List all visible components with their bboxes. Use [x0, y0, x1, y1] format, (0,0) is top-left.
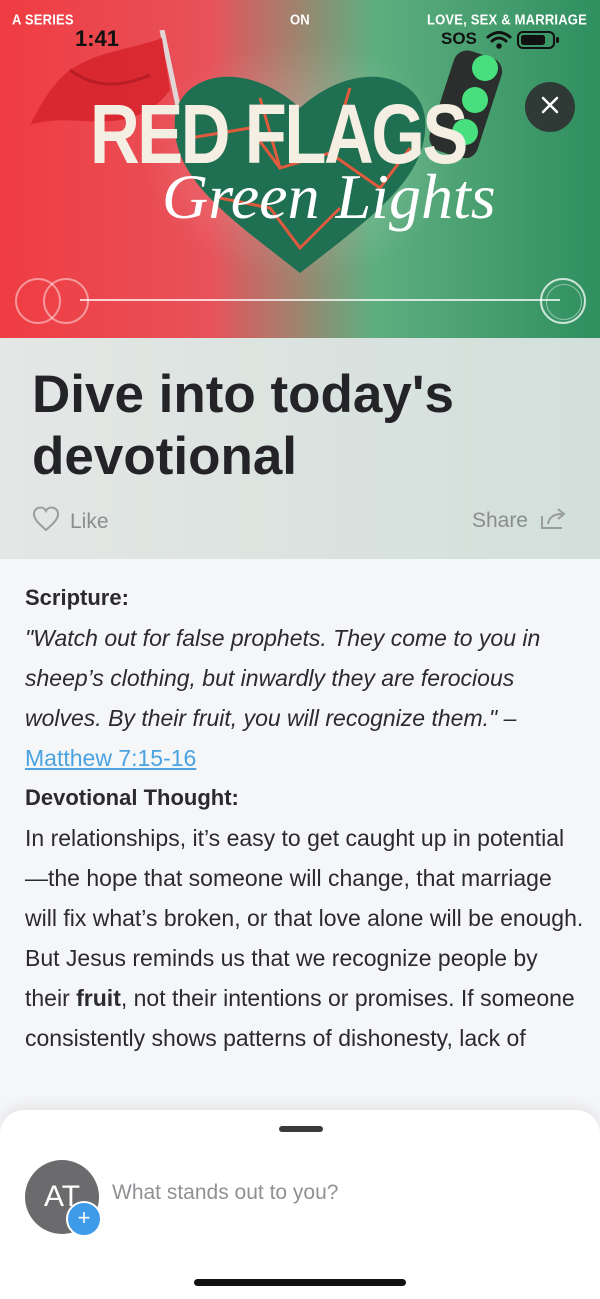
series-label-right: LOVE, SEX & MARRIAGE: [426, 10, 587, 29]
sheet-grabber[interactable]: [279, 1126, 323, 1132]
share-label: Share: [471, 508, 528, 532]
heart-icon: [32, 506, 60, 537]
scripture-heading: Scripture:: [25, 585, 129, 610]
devotional-thought: In relationships, it’s easy to get caugh…: [25, 818, 585, 1058]
share-icon: [540, 506, 568, 535]
comment-sheet: AT + What stands out to you?: [0, 1110, 600, 1299]
home-indicator: [194, 1279, 406, 1286]
close-button[interactable]: [525, 82, 575, 132]
scripture-text: "Watch out for false prophets. They come…: [25, 618, 585, 778]
ring-decoration: [546, 284, 582, 320]
comment-input[interactable]: What stands out to you?: [112, 1181, 338, 1205]
series-subtitle: Green Lights: [162, 161, 496, 232]
page-title: Dive into today's devotional: [32, 365, 454, 486]
progress-line: [80, 299, 560, 301]
like-button[interactable]: Like: [32, 506, 109, 537]
like-label: Like: [70, 509, 109, 533]
scripture-quote: "Watch out for false prophets. They come…: [25, 625, 541, 731]
scripture-reference-link[interactable]: Matthew 7:15-16: [25, 745, 196, 771]
share-button[interactable]: Share: [472, 506, 568, 535]
add-icon[interactable]: +: [66, 1201, 102, 1237]
devotional-thought-heading: Devotional Thought:: [25, 785, 239, 810]
ring-decoration: [43, 278, 89, 324]
devotional-body: Scripture: "Watch out for false prophets…: [25, 578, 585, 1058]
hero-banner: A SERIES ON LOVE, SEX & MARRIAGE 1:41 SO…: [0, 0, 600, 338]
thought-emphasis: fruit: [76, 985, 121, 1011]
thought-text: In relationships, it’s easy to get caugh…: [25, 825, 584, 1011]
series-label-left: A SERIES: [12, 10, 74, 29]
devotional-header: Dive into today's devotional Like Share: [0, 338, 600, 559]
battery-icon: [517, 30, 561, 55]
series-label-center: ON: [290, 10, 310, 29]
close-icon: [540, 95, 560, 120]
